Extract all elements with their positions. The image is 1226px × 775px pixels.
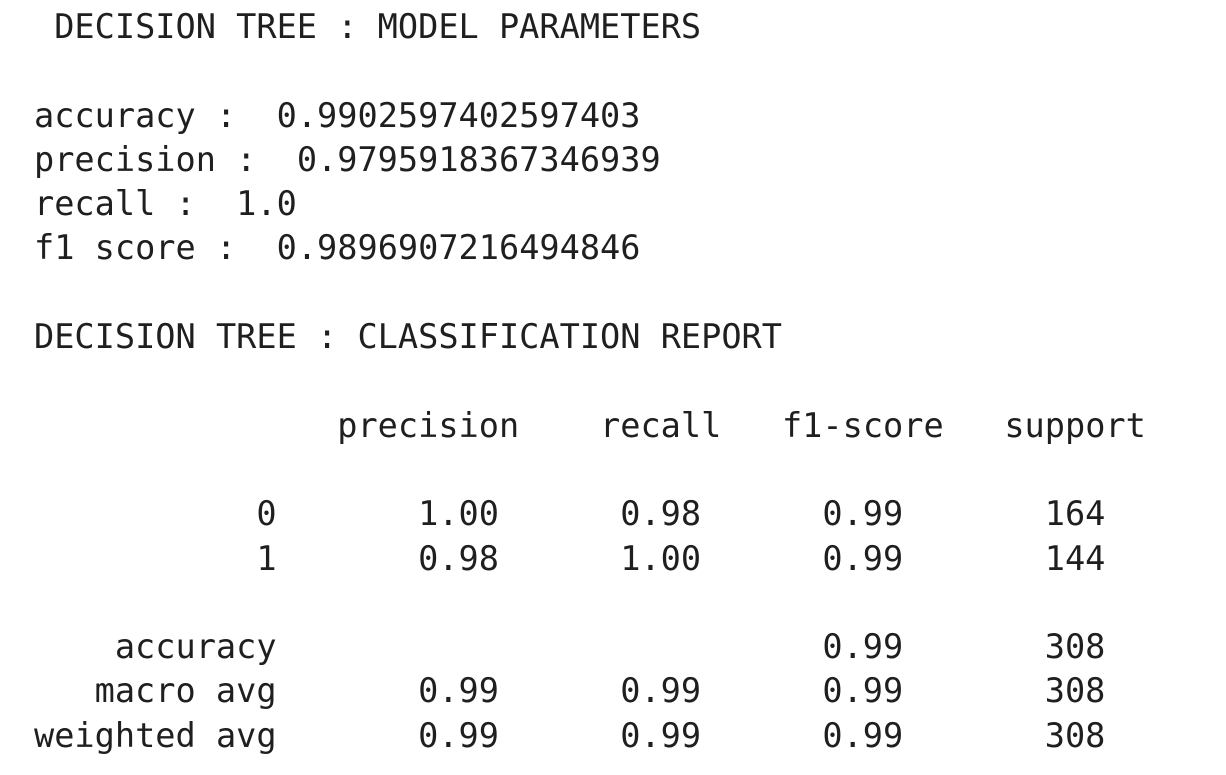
metric-line-precision: precision : 0.9795918367346939 [34,138,1146,182]
notebook-output-text: DECISION TREE : MODEL PARAMETERS accuracy… [34,5,1146,758]
model-parameters-title-line: DECISION TREE : MODEL PARAMETERS [34,5,1146,49]
row-label: 1 [256,538,277,578]
cell-precision: 0.99 [418,671,499,711]
row-label: accuracy [114,627,277,667]
metric-line-accuracy: accuracy : 0.9902597402597403 [34,94,1146,138]
row-label: macro avg [94,671,277,711]
row-label: weighted avg [34,715,277,755]
report-row-macro-avg: macro avg 0.99 0.99 0.99 308 [34,669,1146,713]
metric-label: accuracy : [34,95,237,135]
cell-recall: 0.99 [620,715,702,755]
cell-f1-score: 0.99 [822,715,904,755]
report-header-precision: precision [337,405,520,445]
cell-support: 308 [1044,627,1106,667]
row-label: 0 [256,494,277,534]
cell-support: 308 [1044,715,1106,755]
metric-label: precision : [34,139,257,179]
cell-recall: 0.98 [620,494,702,534]
cell-f1-score: 0.99 [822,627,904,667]
cell-precision: 0.98 [418,538,499,578]
metric-value: 0.9795918367346939 [296,139,661,179]
report-row-class-0: 0 1.00 0.98 0.99 164 [34,492,1146,536]
metric-line-recall: recall : 1.0 [34,182,1146,226]
cell-support: 308 [1044,671,1106,711]
classification-report-title-line: DECISION TREE : CLASSIFICATION REPORT [34,315,1146,359]
cell-recall: 0.99 [620,671,702,711]
metric-value: 0.9896907216494846 [276,228,641,268]
report-header-f1-score: f1-score [781,405,944,445]
metric-label: recall : [34,184,196,224]
metric-label: f1 score : [34,228,237,268]
cell-precision: 1.00 [418,494,499,534]
cell-f1-score: 0.99 [822,671,904,711]
classification-report-title: DECISION TREE : CLASSIFICATION REPORT [34,317,782,357]
report-row-class-1: 1 0.98 1.00 0.99 144 [34,537,1146,581]
cell-support: 144 [1044,538,1106,578]
cell-support: 164 [1044,494,1106,534]
cell-recall: 1.00 [620,538,702,578]
cell-f1-score: 0.99 [822,538,904,578]
model-parameters-title: DECISION TREE : MODEL PARAMETERS [54,7,702,46]
metric-value: 1.0 [236,184,297,224]
cell-f1-score: 0.99 [822,494,904,534]
report-header-row: precision recall f1-score support [34,404,1146,448]
metric-line-f1-score: f1 score : 0.9896907216494846 [34,226,1146,270]
report-header-support: support [1004,405,1146,445]
report-header-recall: recall [600,405,722,445]
report-row-weighted-avg: weighted avg 0.99 0.99 0.99 308 [34,714,1146,758]
cell-precision: 0.99 [418,715,499,755]
report-row-accuracy: accuracy 0.99 308 [34,625,1146,669]
metric-value: 0.9902597402597403 [276,95,641,135]
